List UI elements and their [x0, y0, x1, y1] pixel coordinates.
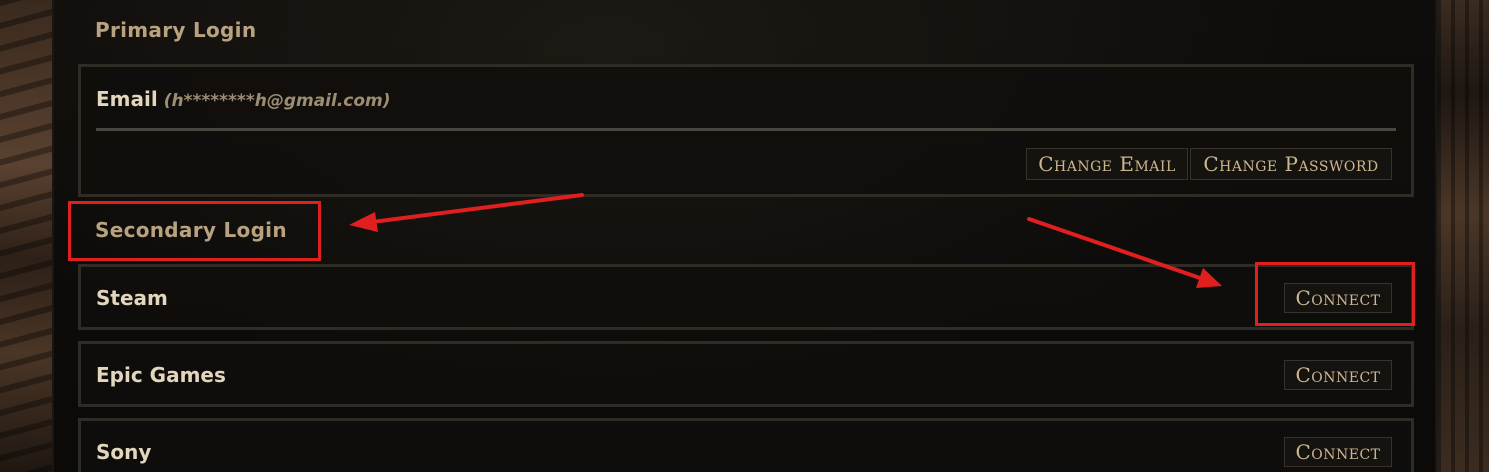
annotation-arrow-left: [349, 193, 584, 232]
annotation-arrows: [349, 193, 1222, 288]
annotation-arrow-right: [1027, 217, 1222, 288]
